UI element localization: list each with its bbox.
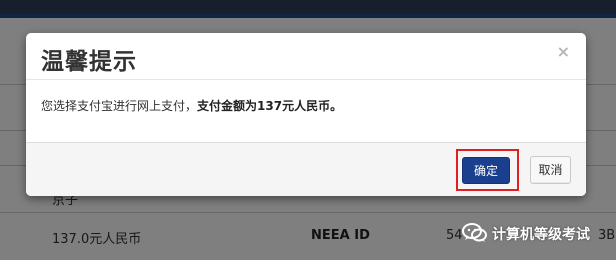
cancel-button[interactable]: 取消 [530, 156, 571, 184]
close-icon[interactable]: × [557, 44, 570, 60]
payment-amount-text: 支付金额为137元人民币。 [197, 99, 343, 113]
wechat-icon [462, 223, 487, 242]
watermark-text: 计算机等级考试 [492, 227, 590, 243]
dialog-footer: 确定 取消 [26, 142, 586, 196]
confirm-button[interactable]: 确定 [462, 157, 510, 184]
payment-notice-dialog: 温馨提示 × 您选择支付宝进行网上支付，支付金额为137元人民币。 确定 取消 [26, 33, 586, 196]
dialog-header: 温馨提示 × [26, 33, 586, 80]
dialog-message: 您选择支付宝进行网上支付，支付金额为137元人民币。 [41, 97, 342, 114]
dialog-title: 温馨提示 [41, 49, 137, 75]
message-text: 您选择支付宝进行网上支付， [41, 99, 198, 113]
dialog-body: 您选择支付宝进行网上支付，支付金额为137元人民币。 [26, 80, 586, 142]
